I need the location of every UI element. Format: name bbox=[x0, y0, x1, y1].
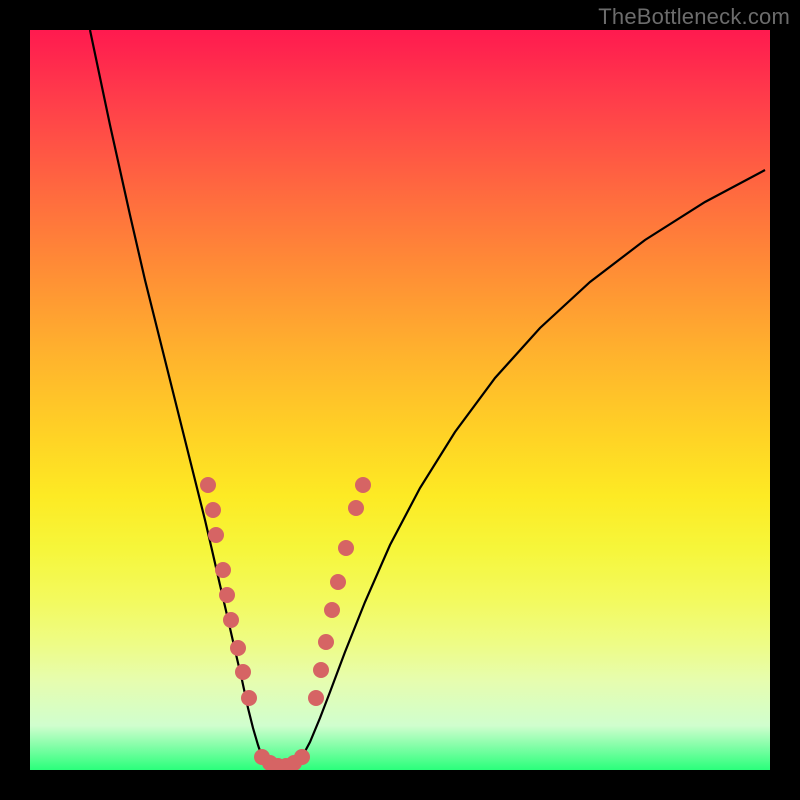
marker-cluster-bottom bbox=[254, 749, 310, 770]
marker-dot bbox=[294, 749, 310, 765]
chart-plot-area bbox=[30, 30, 770, 770]
marker-cluster-right bbox=[308, 477, 371, 706]
marker-dot bbox=[318, 634, 334, 650]
watermark-text: TheBottleneck.com bbox=[598, 4, 790, 30]
marker-dot bbox=[330, 574, 346, 590]
marker-dot bbox=[355, 477, 371, 493]
marker-dot bbox=[308, 690, 324, 706]
marker-dot bbox=[215, 562, 231, 578]
marker-dot bbox=[200, 477, 216, 493]
marker-dot bbox=[219, 587, 235, 603]
marker-dot bbox=[235, 664, 251, 680]
marker-dot bbox=[205, 502, 221, 518]
marker-dot bbox=[348, 500, 364, 516]
marker-cluster-left bbox=[200, 477, 257, 706]
marker-dot bbox=[208, 527, 224, 543]
marker-dot bbox=[338, 540, 354, 556]
marker-dot bbox=[223, 612, 239, 628]
marker-dot bbox=[324, 602, 340, 618]
curve-right-branch bbox=[302, 170, 765, 757]
chart-svg bbox=[30, 30, 770, 770]
marker-dot bbox=[313, 662, 329, 678]
marker-dot bbox=[241, 690, 257, 706]
marker-dot bbox=[230, 640, 246, 656]
